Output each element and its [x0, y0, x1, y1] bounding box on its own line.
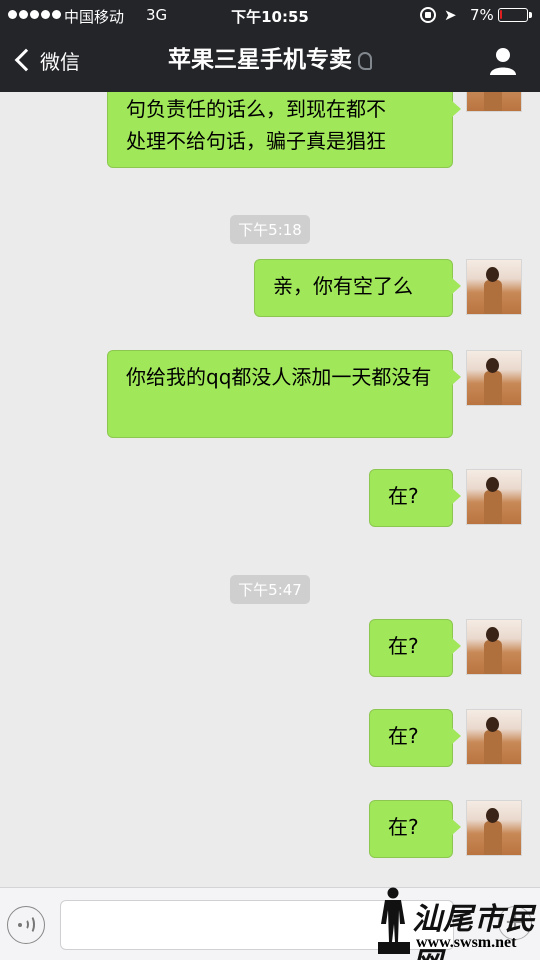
- message-bubble-sent[interactable]: 句负责任的话么，到现在都不 处理不给句话，骗子真是猖狂: [107, 92, 461, 168]
- location-arrow-icon: ➤: [444, 6, 457, 24]
- watermark-url: www.swsm.net: [416, 934, 517, 951]
- message-bubble-sent[interactable]: 在?: [369, 709, 461, 767]
- avatar[interactable]: [466, 92, 522, 112]
- message-bubble-sent[interactable]: 在?: [369, 619, 461, 677]
- timestamp-label: 下午5:47: [230, 575, 310, 604]
- site-watermark: 汕尾市民网 www.swsm.net: [376, 884, 536, 960]
- silhouette-logo-icon: [378, 887, 410, 954]
- person-icon-head: [496, 48, 510, 62]
- person-icon-body: [490, 67, 516, 75]
- battery-percent: 7%: [470, 6, 494, 24]
- avatar[interactable]: [466, 469, 522, 525]
- status-bar: 中国移动 3G 下午10:55 ➤ 7%: [0, 0, 540, 30]
- battery-icon: [498, 8, 532, 22]
- message-text-line: 句负责任的话么，到现在都不: [126, 97, 386, 121]
- avatar[interactable]: [466, 800, 522, 856]
- avatar[interactable]: [466, 709, 522, 765]
- chat-profile-button[interactable]: [488, 46, 518, 76]
- message-timestamp: 下午5:18: [0, 215, 540, 244]
- message-timestamp: 下午5:47: [0, 575, 540, 604]
- message-bubble-sent[interactable]: 在?: [369, 800, 461, 858]
- message-bubble-sent[interactable]: 亲，你有空了么: [254, 259, 461, 317]
- message-list[interactable]: 句负责任的话么，到现在都不 处理不给句话，骗子真是猖狂下午5:18 亲，你有空了么你…: [0, 92, 540, 887]
- message-text-line: 处理不给句话，骗子真是猖狂: [126, 129, 386, 153]
- top-bar: 中国移动 3G 下午10:55 ➤ 7% 微信 苹果三星手机专卖: [0, 0, 540, 92]
- message-bubble-sent[interactable]: 在?: [369, 469, 461, 527]
- chat-title-text: 苹果三星手机专卖: [168, 47, 352, 73]
- timestamp-label: 下午5:18: [230, 215, 310, 244]
- message-bubble-sent[interactable]: 你给我的qq都没人添加一天都没有: [107, 350, 461, 438]
- avatar[interactable]: [466, 259, 522, 315]
- chat-title: 苹果三星手机专卖: [0, 44, 540, 76]
- voice-input-button[interactable]: [7, 906, 45, 944]
- earpiece-mode-icon: [358, 51, 372, 70]
- avatar[interactable]: [466, 619, 522, 675]
- avatar[interactable]: [466, 350, 522, 406]
- status-clock: 下午10:55: [231, 8, 309, 26]
- rotation-lock-icon: [420, 7, 436, 23]
- battery-level: [500, 10, 502, 19]
